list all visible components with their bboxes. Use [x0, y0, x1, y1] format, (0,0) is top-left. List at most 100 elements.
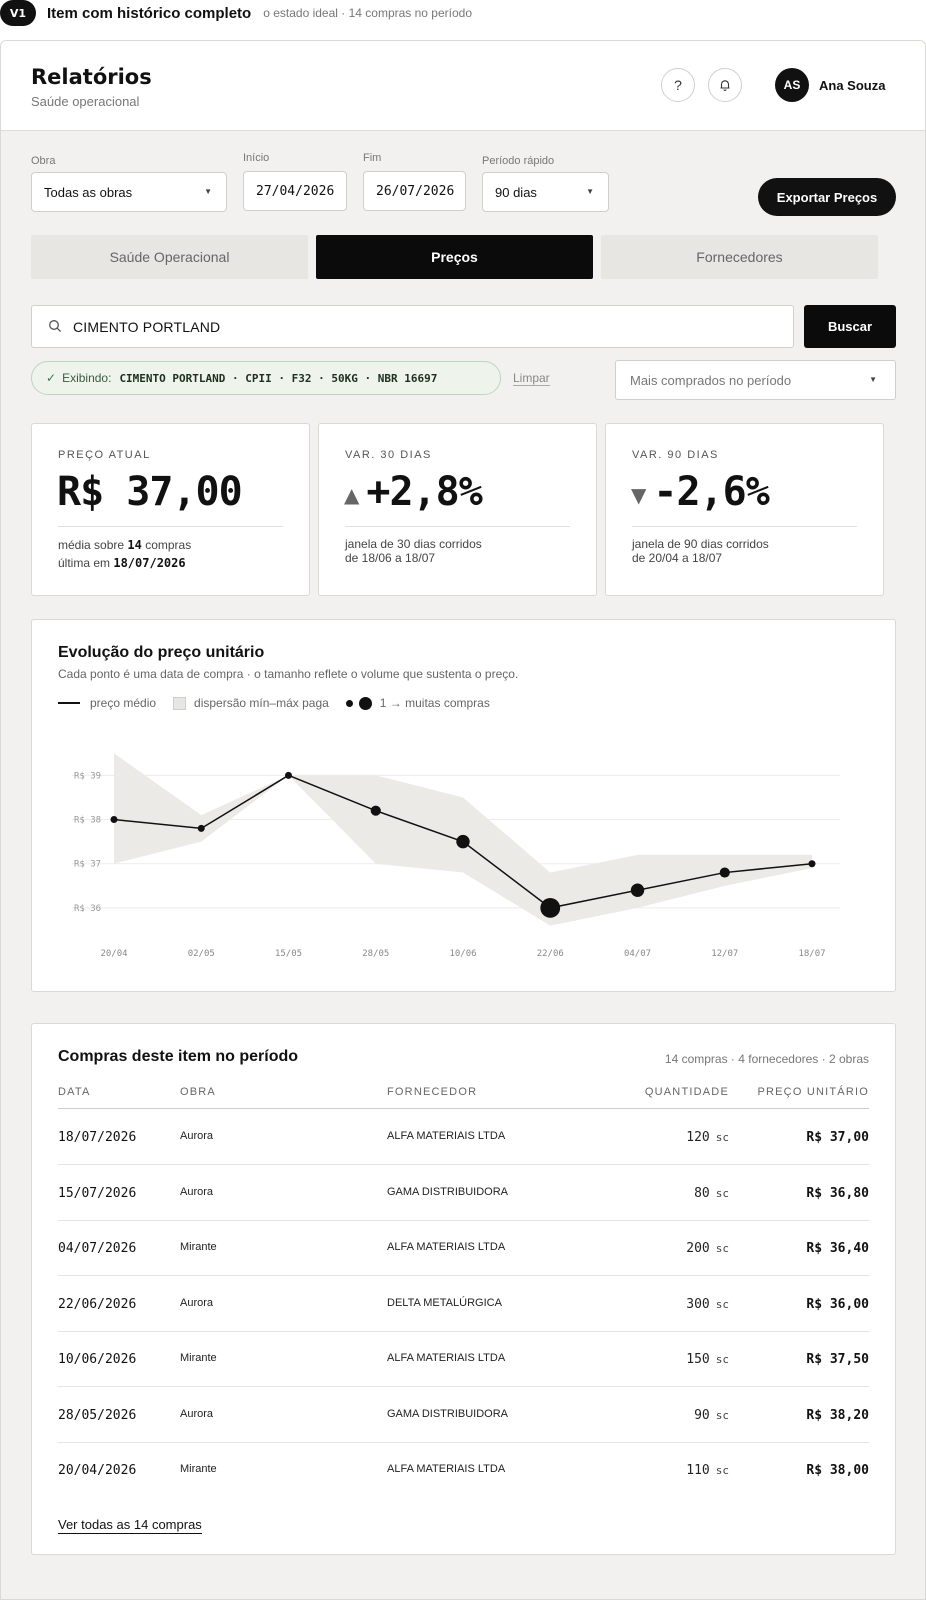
x-tick-label: 20/04: [100, 949, 127, 959]
kpi-note: janela de 30 dias corridos: [345, 537, 482, 551]
search-input[interactable]: CIMENTO PORTLAND: [31, 305, 794, 348]
data-point: [719, 867, 730, 878]
table-summary: 14 compras · 4 fornecedores · 2 obras: [664, 1052, 869, 1066]
table-row[interactable]: 15/07/2026 Aurora GAMA DISTRIBUIDORA 80 sc R$…: [58, 1165, 869, 1221]
kpi-value-wrap: ▲ +2,8%: [344, 469, 483, 515]
cell-fornecedor: ALFA MATERIAIS LTDA: [387, 1241, 506, 1253]
end-date-field[interactable]: 26/07/2026: [363, 171, 466, 211]
kpi-note: janela de 90 dias corridos: [632, 537, 769, 551]
y-tick-label: R$ 37: [74, 860, 101, 870]
cell-fornecedor: DELTA METALÚRGICA: [387, 1296, 502, 1309]
kpi-note: média sobre 14 compras: [58, 538, 191, 552]
kpi-note-range: de 18/06 a 18/07: [345, 551, 436, 565]
cell-quantidade: 90 sc: [694, 1408, 729, 1423]
page-subtitle: Saúde operacional: [31, 94, 140, 109]
cell-quantidade: 150 sc: [686, 1352, 729, 1367]
sort-value: Mais comprados no período: [630, 372, 792, 388]
legend-dot-large: [358, 696, 372, 710]
cell-obra: Aurora: [180, 1296, 214, 1309]
tab-fornecedores[interactable]: Fornecedores: [601, 235, 878, 279]
data-point: [808, 860, 816, 868]
tab-saude-operacional[interactable]: Saúde Operacional: [31, 235, 308, 279]
column-header-obra[interactable]: OBRA: [180, 1086, 216, 1098]
table-row[interactable]: 22/06/2026 Aurora DELTA METALÚRGICA 300 sc R$…: [58, 1276, 869, 1332]
check-icon: ✓: [46, 371, 57, 385]
cell-date: 10/06/2026: [58, 1352, 137, 1367]
start-date-field[interactable]: 27/04/2026: [243, 171, 347, 211]
cell-date: 15/07/2026: [58, 1185, 137, 1201]
data-point: [370, 805, 381, 816]
clear-link[interactable]: Limpar: [513, 371, 550, 386]
see-all-link[interactable]: Ver todas as 14 compras: [58, 1517, 202, 1534]
triangle-up-icon: ▲: [344, 483, 359, 507]
cell-obra: Mirante: [180, 1352, 217, 1364]
chart-legend: preço médio dispersão mín–máx paga 1 → m…: [58, 696, 490, 710]
cell-obra: Mirante: [180, 1241, 217, 1253]
table-row[interactable]: 28/05/2026 Aurora GAMA DISTRIBUIDORA 90 sc R$…: [58, 1387, 869, 1443]
export-prices-button[interactable]: Exportar Preços: [758, 178, 896, 216]
avatar[interactable]: AS: [775, 68, 809, 102]
kpi-value: +2,8%: [366, 469, 482, 515]
table-row[interactable]: 20/04/2026 Mirante ALFA MATERIAIS LTDA 110 s…: [58, 1442, 869, 1498]
tab-precos[interactable]: Preços: [316, 235, 593, 279]
column-header-quantidade[interactable]: QUANTIDADE: [645, 1086, 729, 1098]
end-date-value: 26/07/2026: [376, 183, 455, 199]
price-chart-card: Evolução do preço unitário Cada ponto é …: [31, 619, 896, 992]
kpi-last-date: última em 18/07/2026: [58, 556, 186, 570]
data-point: [630, 883, 645, 897]
bell-icon: [720, 80, 730, 91]
variant-title: Item com histórico completo: [47, 4, 252, 22]
table-row[interactable]: 10/06/2026 Mirante ALFA MATERIAIS LTDA 150 s…: [58, 1331, 869, 1387]
obra-select[interactable]: Todas as obras ▼: [31, 172, 227, 212]
qty-value: 80: [694, 1185, 710, 1201]
y-tick-label: R$ 38: [74, 816, 101, 826]
cell-preco: R$ 38,00: [806, 1463, 869, 1478]
x-tick-label: 02/05: [188, 949, 215, 959]
qty-value: 300: [686, 1296, 710, 1312]
purchase-count: 14: [127, 538, 142, 552]
kpi-value: -2,6%: [653, 469, 769, 515]
qty-unit: sc: [715, 1186, 729, 1200]
last-date: 18/07/2026: [113, 556, 186, 570]
search-button[interactable]: Buscar: [804, 305, 896, 348]
cell-fornecedor: ALFA MATERIAIS LTDA: [387, 1463, 506, 1475]
search-icon: [49, 320, 62, 333]
qty-value: 150: [686, 1352, 710, 1367]
chevron-down-icon: ▼: [204, 187, 212, 196]
column-header-fornecedor[interactable]: FORNECEDOR: [387, 1086, 477, 1098]
note-suffix: compras: [145, 538, 192, 552]
column-header-preco[interactable]: PREÇO UNITÁRIO: [757, 1086, 869, 1098]
x-tick-label: 04/07: [624, 949, 651, 959]
variant-badge: V1: [0, 0, 36, 26]
start-date-value: 27/04/2026: [256, 183, 335, 199]
data-point: [110, 816, 118, 824]
divider: [58, 526, 283, 527]
app-frame: Relatórios Saúde operacional ? AS Ana So…: [0, 40, 926, 1600]
table-row[interactable]: 04/07/2026 Mirante ALFA MATERIAIS LTDA 200 s…: [58, 1220, 869, 1276]
kpi-value: R$ 37,00: [57, 469, 243, 515]
help-button[interactable]: ?: [661, 68, 695, 102]
x-tick-label: 15/05: [275, 949, 302, 959]
price-chart: R$ 36 R$ 37 R$ 38 R$ 39 20/04 02/05 15/05 28/05…: [72, 753, 840, 959]
qty-unit: sc: [715, 1464, 729, 1477]
cell-fornecedor: GAMA DISTRIBUIDORA: [387, 1407, 509, 1420]
user-name[interactable]: Ana Souza: [819, 78, 885, 93]
notifications-button[interactable]: [708, 68, 742, 102]
cell-quantidade: 120 sc: [686, 1130, 729, 1145]
qty-unit: sc: [715, 1131, 729, 1144]
cell-preco: R$ 38,20: [806, 1407, 869, 1423]
cell-date: 28/05/2026: [58, 1407, 137, 1423]
data-point: [456, 834, 470, 849]
qty-unit: sc: [715, 1297, 729, 1311]
table-row[interactable]: 18/07/2026 Aurora ALFA MATERIAIS LTDA 120 sc…: [58, 1109, 869, 1165]
y-tick-label: R$ 39: [74, 771, 101, 781]
column-header-data[interactable]: DATA: [58, 1086, 91, 1098]
qty-unit: sc: [715, 1353, 729, 1366]
sort-select[interactable]: Mais comprados no período ▼: [615, 360, 896, 400]
legend-band-label: dispersão mín–máx paga: [194, 696, 329, 710]
variant-subtitle: o estado ideal · 14 compras no período: [263, 6, 473, 20]
triangle-down-icon: ▼: [631, 483, 646, 507]
x-tick-label: 12/07: [711, 949, 738, 959]
cell-preco: R$ 36,40: [806, 1241, 869, 1256]
quick-period-select[interactable]: 90 dias ▼: [482, 172, 609, 212]
